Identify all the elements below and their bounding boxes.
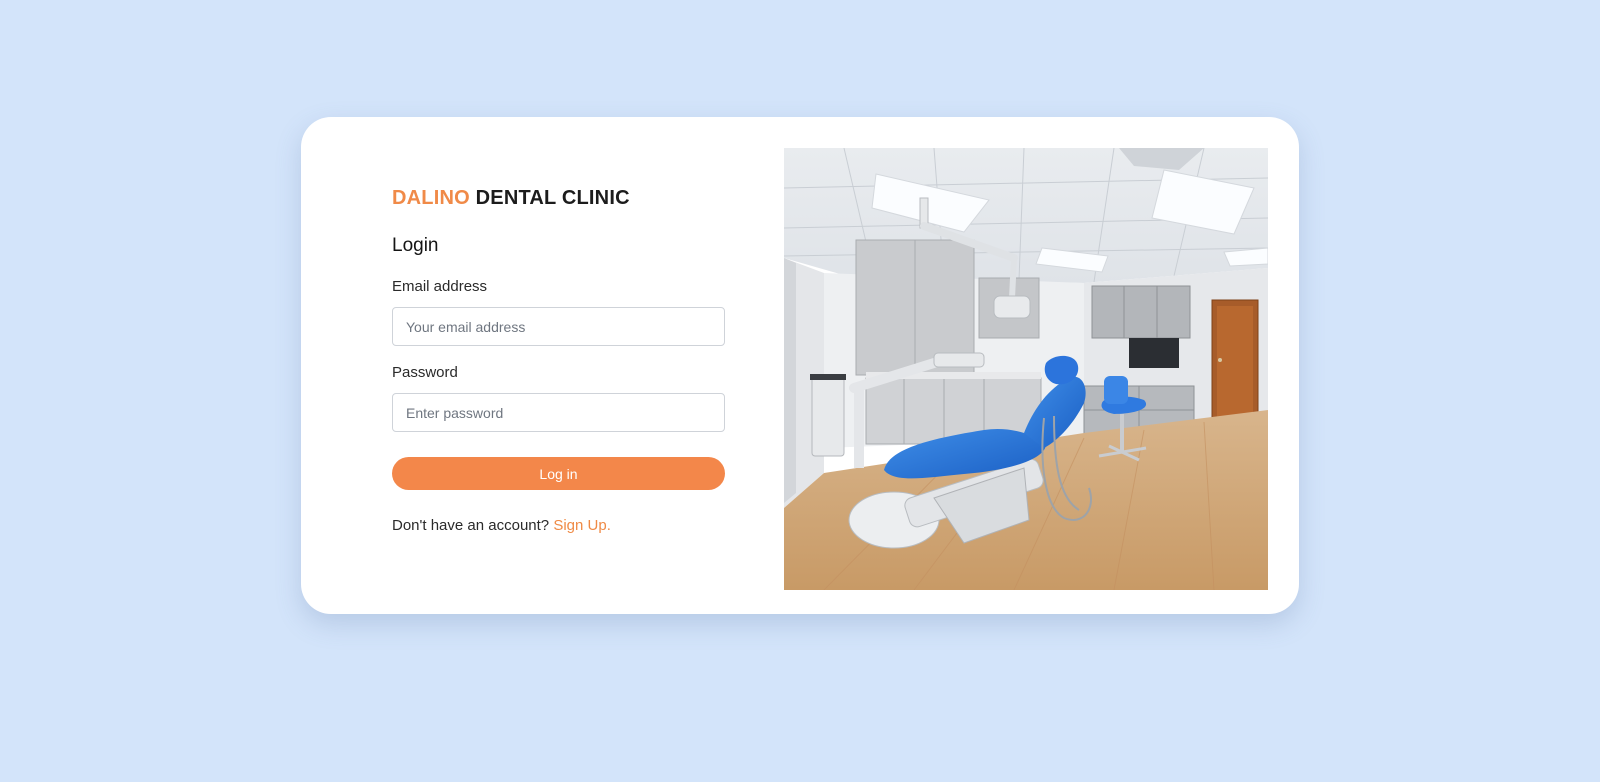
brand-rest-text: DENTAL CLINIC: [475, 187, 630, 209]
clinic-logo: DALINO DENTAL CLINIC: [392, 187, 630, 210]
brand-accent-text: DALINO: [392, 187, 470, 209]
clinic-photo: [784, 148, 1268, 590]
email-label: Email address: [392, 278, 488, 295]
password-label: Password: [392, 364, 458, 381]
form-title: Login: [392, 235, 439, 256]
login-button[interactable]: Log in: [392, 457, 725, 490]
login-card: DALINO DENTAL CLINIC Login Email address…: [301, 117, 1299, 614]
password-field[interactable]: [392, 393, 725, 432]
signup-link[interactable]: Sign Up.: [553, 517, 611, 534]
email-field[interactable]: [392, 307, 725, 346]
signup-prompt: Don't have an account?: [392, 517, 550, 534]
signup-row: Don't have an account? Sign Up.: [392, 517, 611, 534]
